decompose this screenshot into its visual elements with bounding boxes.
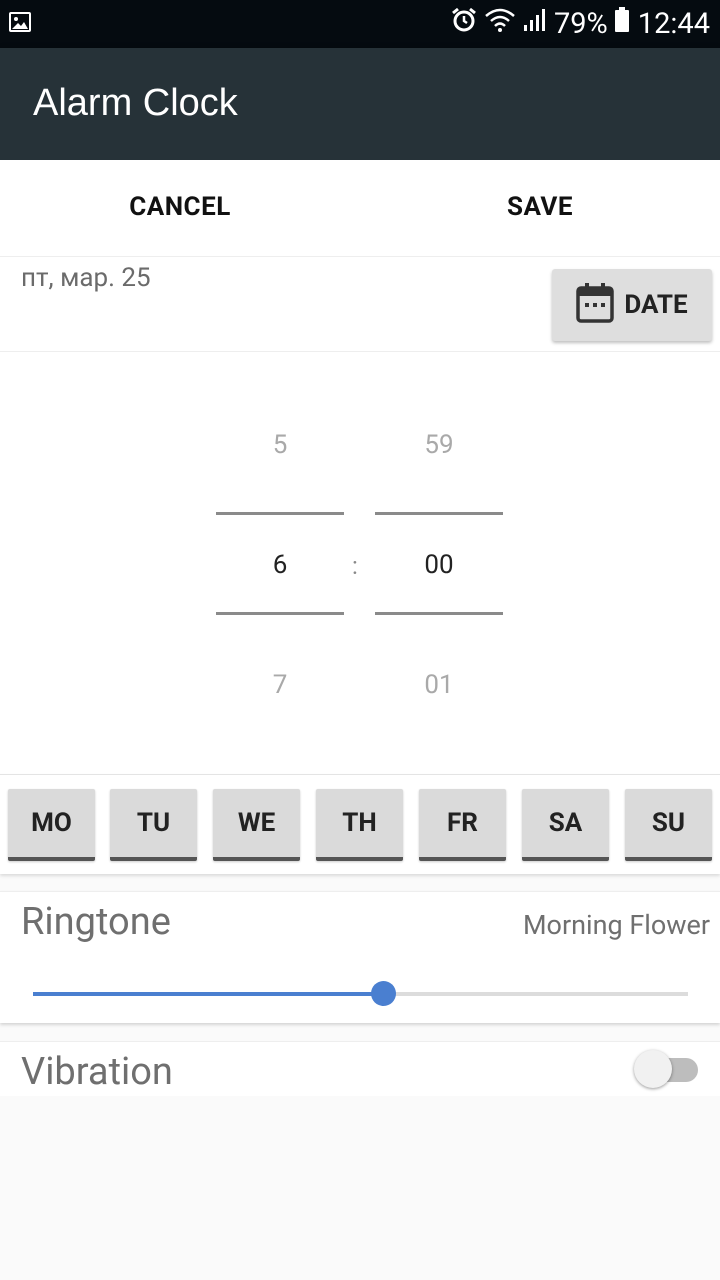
status-bar: 79% 12:44 <box>0 0 720 48</box>
hour-divider-top <box>216 512 344 515</box>
alarm-icon <box>450 6 478 42</box>
day-button-su[interactable]: SU <box>625 789 712 861</box>
action-row: CANCEL SAVE <box>0 160 720 258</box>
date-button[interactable]: DATE <box>552 269 712 341</box>
hour-prev[interactable]: 5 <box>216 430 344 460</box>
cancel-button[interactable]: CANCEL <box>0 192 360 222</box>
day-button-fr[interactable]: FR <box>419 789 506 861</box>
date-button-label: DATE <box>624 290 688 320</box>
ringtone-selector[interactable]: Morning Flower <box>523 909 710 941</box>
minute-divider-bottom <box>375 612 503 615</box>
hour-next[interactable]: 7 <box>216 670 344 700</box>
time-picker: 5 6 7 : 59 00 01 <box>0 352 720 774</box>
volume-slider-fill <box>33 992 384 996</box>
vibration-label: Vibration <box>21 1050 173 1094</box>
vibration-toggle[interactable] <box>634 1050 698 1088</box>
selected-date: пт, мар. 25 <box>21 263 151 293</box>
vibration-toggle-thumb[interactable] <box>634 1050 672 1088</box>
clock-time: 12:44 <box>637 7 710 41</box>
day-button-tu[interactable]: TU <box>110 789 197 861</box>
ringtone-card: Ringtone Morning Flower <box>0 891 720 1023</box>
hour-divider-bottom <box>216 612 344 615</box>
minute-prev[interactable]: 59 <box>375 430 503 460</box>
volume-slider-thumb[interactable] <box>371 981 397 1006</box>
calendar-icon <box>576 283 615 327</box>
image-notification-icon <box>8 11 32 37</box>
hour-current[interactable]: 6 <box>216 550 344 580</box>
day-button-mo[interactable]: MO <box>8 789 95 861</box>
minute-divider-top <box>375 512 503 515</box>
weekday-selector: MO TU WE TH FR SA SU <box>0 774 720 874</box>
date-card: пт, мар. 25 DATE <box>0 256 720 352</box>
minute-current[interactable]: 00 <box>375 550 503 580</box>
battery-icon <box>614 7 630 41</box>
app-title: Alarm Clock <box>33 82 238 124</box>
wifi-icon <box>484 7 516 41</box>
signal-icon <box>522 7 548 41</box>
save-button[interactable]: SAVE <box>360 192 720 222</box>
day-button-sa[interactable]: SA <box>522 789 609 861</box>
day-button-th[interactable]: TH <box>316 789 403 861</box>
battery-percent: 79% <box>553 7 608 41</box>
ringtone-label: Ringtone <box>21 900 171 944</box>
minute-next[interactable]: 01 <box>375 670 503 700</box>
time-separator: : <box>352 552 358 580</box>
app-bar: Alarm Clock <box>0 48 720 160</box>
day-button-we[interactable]: WE <box>213 789 300 861</box>
vibration-card: Vibration <box>0 1041 720 1096</box>
volume-slider[interactable] <box>33 980 688 1008</box>
